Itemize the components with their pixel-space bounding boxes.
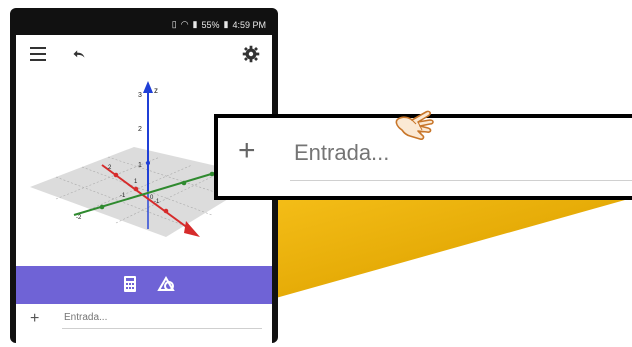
undo-icon[interactable] (68, 43, 90, 65)
zoomed-algebra-input[interactable] (294, 140, 594, 166)
red-axis-point (163, 208, 169, 214)
z-axis-point (146, 161, 150, 165)
battery-percent: 55% (201, 19, 220, 30)
app-bar (16, 35, 272, 79)
z-axis-label: z (154, 86, 158, 95)
signal-icon: ▮ (192, 19, 198, 29)
algebra-input[interactable] (64, 312, 244, 323)
tools-icon[interactable] (156, 274, 176, 294)
y-tick: -1 (154, 199, 160, 205)
zoomed-input-underline (290, 180, 632, 181)
red-axis-point (113, 172, 119, 178)
input-underline (62, 328, 262, 329)
hand-pointer-icon (395, 110, 434, 140)
z-tick-3: 3 (138, 92, 142, 99)
y-tick: -2 (76, 215, 82, 221)
z-tick-1: 1 (138, 162, 142, 169)
vibrate-icon: ▯ (171, 19, 177, 29)
status-time: 4:59 PM (232, 19, 266, 30)
settings-icon[interactable] (240, 43, 262, 65)
green-axis-point (99, 204, 105, 210)
x-tick: -1 (120, 193, 126, 199)
green-axis-point (181, 180, 187, 186)
wifi-icon: ◠ (180, 19, 189, 29)
status-bar: ▯ ◠ ▮ 55% ▮ 4:59 PM (16, 14, 272, 35)
menu-icon[interactable] (30, 47, 46, 61)
battery-icon: ▮ (223, 19, 229, 29)
z-tick-2: 2 (138, 126, 142, 133)
add-icon[interactable]: + (30, 310, 39, 328)
add-icon[interactable]: + (238, 136, 256, 166)
view-tab-bar (16, 266, 272, 304)
algebra-input-row: + (16, 304, 272, 336)
red-axis-point (133, 186, 139, 192)
calculator-icon[interactable] (120, 274, 140, 298)
